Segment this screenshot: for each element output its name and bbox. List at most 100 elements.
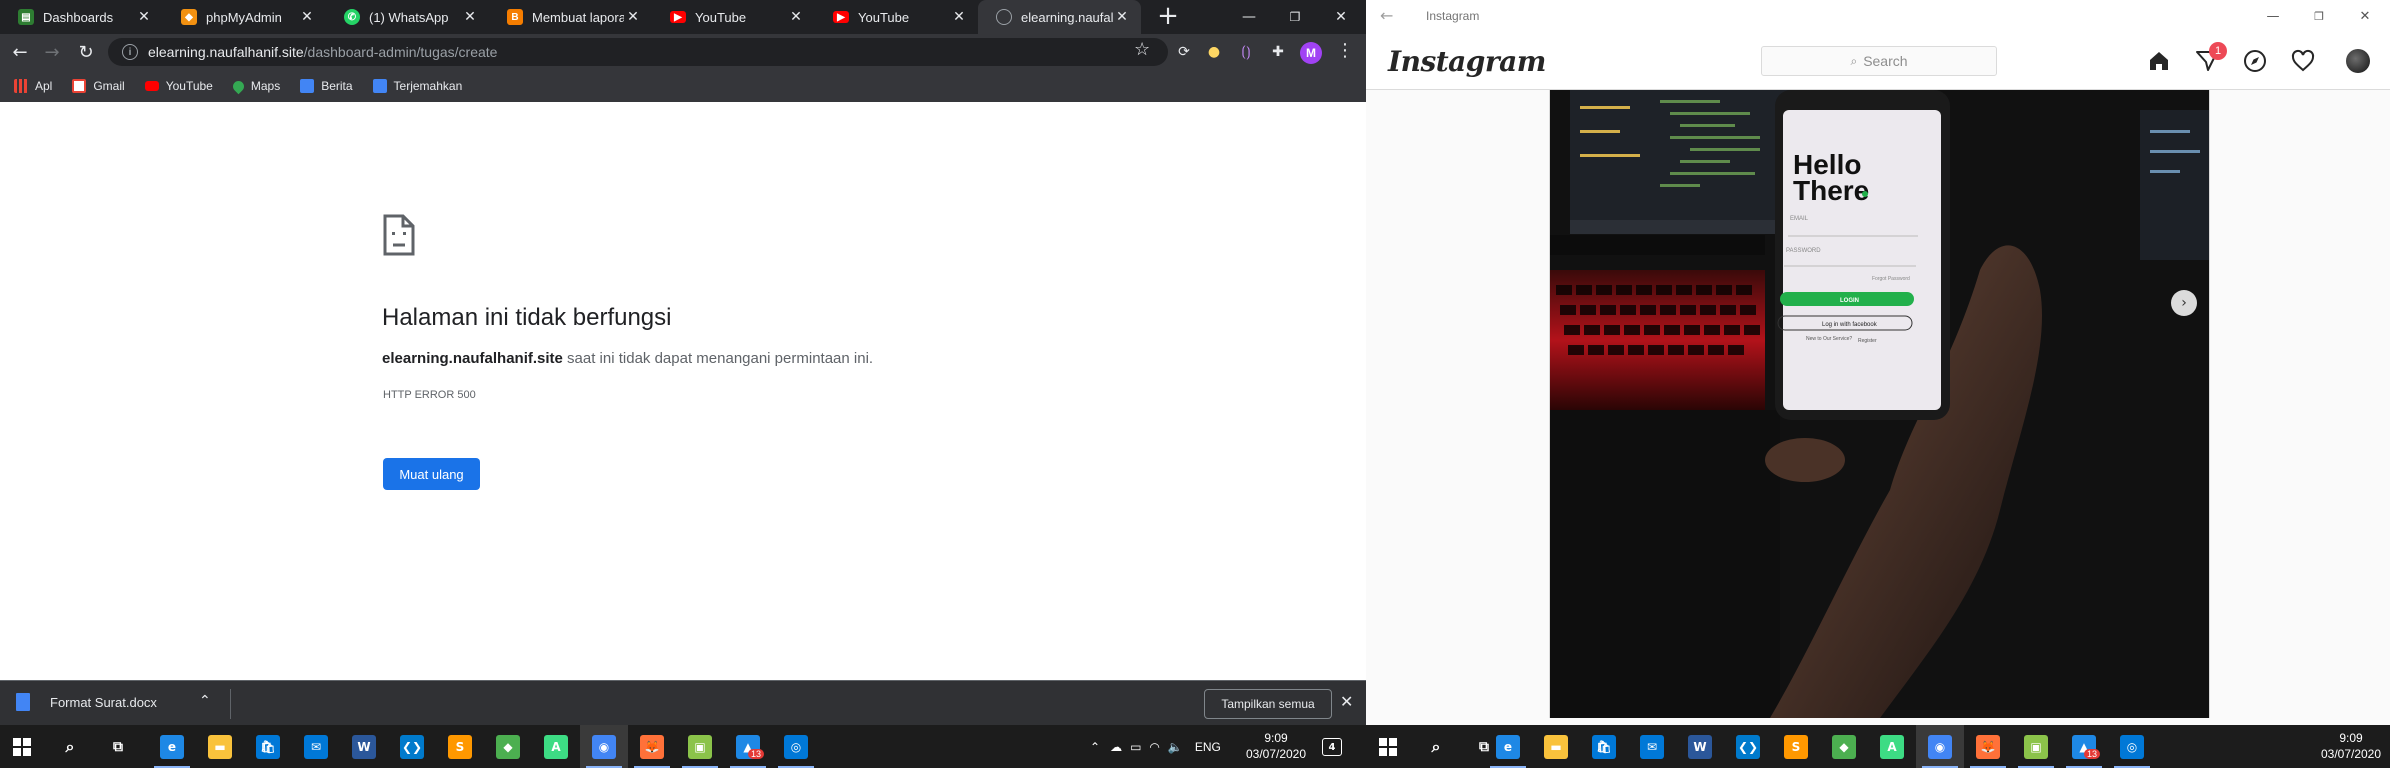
restore-icon[interactable]: ❐ — [2296, 0, 2342, 32]
youtube-favicon: ▶ — [833, 11, 849, 23]
clock[interactable]: 9:09 03/07/2020 — [1236, 730, 1316, 762]
profile-avatar[interactable] — [2346, 49, 2370, 73]
post-photo[interactable]: Hello There EMAIL PASSWORD Forgot Passwo… — [1549, 90, 2210, 718]
tab-dashboards[interactable]: ▤ Dashboards ✕ — [0, 0, 163, 34]
chrome-icon[interactable]: ◉ — [592, 735, 616, 759]
search-input[interactable]: ⌕ Search — [1761, 46, 1997, 76]
mail-icon[interactable]: ✉ — [1640, 735, 1664, 759]
search-icon[interactable]: ⌕ — [58, 735, 82, 759]
close-icon[interactable]: ✕ — [135, 9, 153, 25]
git-icon[interactable]: ◆ — [496, 735, 520, 759]
terminal-icon[interactable]: ▣ — [2024, 735, 2048, 759]
info-icon[interactable]: i — [122, 44, 138, 60]
kebab-menu-icon[interactable]: ⋮ — [1336, 40, 1354, 61]
restore-icon[interactable]: ❐ — [1272, 0, 1318, 34]
firefox-icon[interactable]: 🦊 — [1976, 735, 2000, 759]
search-placeholder: Search — [1863, 53, 1908, 69]
android-studio-icon[interactable]: A — [1880, 735, 1904, 759]
chrome-icon[interactable]: ◉ — [1928, 735, 1952, 759]
chevron-up-icon[interactable]: ⌃ — [199, 693, 211, 709]
store-icon[interactable]: 🛍 — [256, 735, 280, 759]
notification-center-icon[interactable]: 4 — [1322, 738, 1342, 756]
store-icon[interactable]: 🛍 — [1592, 735, 1616, 759]
file-explorer-icon[interactable]: ▬ — [208, 735, 232, 759]
git-icon[interactable]: ◆ — [1832, 735, 1856, 759]
window-close-icon[interactable]: ✕ — [2342, 0, 2388, 32]
new-tab-button[interactable]: + — [1154, 3, 1182, 31]
dev-extension-icon[interactable]: ⟮⟯ — [1236, 42, 1256, 62]
extension-icon[interactable]: ● — [1204, 42, 1224, 62]
back-arrow-icon[interactable]: ← — [1380, 6, 1393, 25]
cloud-icon[interactable]: ☁ — [1110, 740, 1122, 754]
close-icon[interactable]: ✕ — [950, 9, 968, 25]
instagram-icon[interactable]: ◎ — [2120, 735, 2144, 759]
minimize-icon[interactable]: — — [2250, 0, 2296, 32]
bookmark-star-icon[interactable]: ☆ — [1134, 39, 1150, 60]
back-arrow-icon[interactable]: ← — [8, 40, 32, 64]
home-icon[interactable] — [2146, 48, 2172, 74]
download-item[interactable]: Format Surat.docx — [16, 693, 157, 711]
firefox-icon[interactable]: 🦊 — [640, 735, 664, 759]
chevron-up-icon[interactable]: ⌃ — [1090, 740, 1100, 754]
reload-icon[interactable]: ↻ — [74, 40, 98, 64]
word-icon[interactable]: W — [1688, 735, 1712, 759]
tab-youtube-2[interactable]: ▶ YouTube ✕ — [815, 0, 978, 34]
bookmark-apps[interactable]: Apl — [14, 79, 52, 93]
photo-new-prompt: New to Our Service? — [1806, 336, 1852, 342]
search-icon[interactable]: ⌕ — [1424, 735, 1448, 759]
bookmark-youtube[interactable]: YouTube — [144, 79, 213, 93]
profile-avatar[interactable]: M — [1300, 42, 1322, 64]
tab-phpmyadmin[interactable]: ◆ phpMyAdmin ✕ — [163, 0, 326, 34]
show-all-downloads-button[interactable]: Tampilkan semua — [1204, 689, 1332, 719]
close-icon[interactable]: ✕ — [624, 9, 642, 25]
instagram-logo[interactable]: Instagram — [1388, 45, 1546, 78]
bookmark-terjemahkan[interactable]: Terjemahkan — [372, 79, 462, 93]
task-view-icon[interactable]: ⧉ — [106, 735, 130, 759]
forward-arrow-icon[interactable]: → — [40, 40, 64, 64]
explore-compass-icon[interactable] — [2242, 48, 2268, 74]
task-view-icon[interactable]: ⧉ — [1472, 735, 1496, 759]
close-icon[interactable]: ✕ — [1113, 9, 1131, 25]
edge-icon[interactable]: e — [1496, 735, 1520, 759]
android-studio-icon[interactable]: A — [544, 735, 568, 759]
vscode-icon[interactable]: ❮❯ — [400, 735, 424, 759]
tab-blogger[interactable]: B Membuat laporan ✕ — [489, 0, 652, 34]
windows-start-icon[interactable] — [1376, 735, 1400, 759]
battery-icon[interactable]: ▭ — [1130, 740, 1141, 754]
close-shelf-icon[interactable]: ✕ — [1340, 692, 1353, 711]
laptop-phone-photo: Hello There EMAIL PASSWORD Forgot Passwo… — [1550, 90, 2209, 718]
mail-icon[interactable]: ✉ — [304, 735, 328, 759]
tab-whatsapp[interactable]: ✆ (1) WhatsApp ✕ — [326, 0, 489, 34]
window-close-icon[interactable]: ✕ — [1318, 0, 1364, 34]
language-indicator[interactable]: ENG — [1195, 740, 1221, 754]
instagram-icon[interactable]: ◎ — [784, 735, 808, 759]
heart-activity-icon[interactable] — [2290, 48, 2316, 74]
edge-icon[interactable]: e — [160, 735, 184, 759]
close-icon[interactable]: ✕ — [298, 9, 316, 25]
wifi-icon[interactable]: ◠ — [1149, 740, 1159, 754]
vscode-icon[interactable]: ❮❯ — [1736, 735, 1760, 759]
sublime-icon[interactable]: S — [448, 735, 472, 759]
volume-icon[interactable]: 🔈 — [1168, 740, 1183, 754]
word-icon[interactable]: W — [352, 735, 376, 759]
puzzle-extensions-icon[interactable]: ✚ — [1268, 42, 1288, 62]
bookmark-gmail[interactable]: Gmail — [72, 79, 125, 93]
bookmark-berita[interactable]: Berita — [300, 79, 353, 93]
sync-extension-icon[interactable]: ⟳ — [1174, 42, 1194, 62]
close-icon[interactable]: ✕ — [787, 9, 805, 25]
reload-button[interactable]: Muat ulang — [383, 458, 480, 490]
minimize-icon[interactable]: — — [1226, 0, 1272, 34]
tab-elearning[interactable]: elearning.naufalha ✕ — [978, 0, 1141, 34]
file-explorer-icon[interactable]: ▬ — [1544, 735, 1568, 759]
tab-label: Dashboards — [43, 9, 114, 25]
tab-youtube-1[interactable]: ▶ YouTube ✕ — [652, 0, 815, 34]
instagram-titlebar: ← Instagram — ❐ ✕ — [1366, 0, 2390, 32]
address-bar[interactable]: i elearning.naufalhanif.site/dashboard-a… — [108, 38, 1168, 66]
sublime-icon[interactable]: S — [1784, 735, 1808, 759]
carousel-next-button[interactable]: › — [2171, 290, 2197, 316]
close-icon[interactable]: ✕ — [461, 9, 479, 25]
terminal-icon[interactable]: ▣ — [688, 735, 712, 759]
bookmark-maps[interactable]: Maps — [230, 78, 280, 94]
clock[interactable]: 9:09 03/07/2020 — [2318, 730, 2384, 762]
windows-start-icon[interactable] — [10, 735, 34, 759]
